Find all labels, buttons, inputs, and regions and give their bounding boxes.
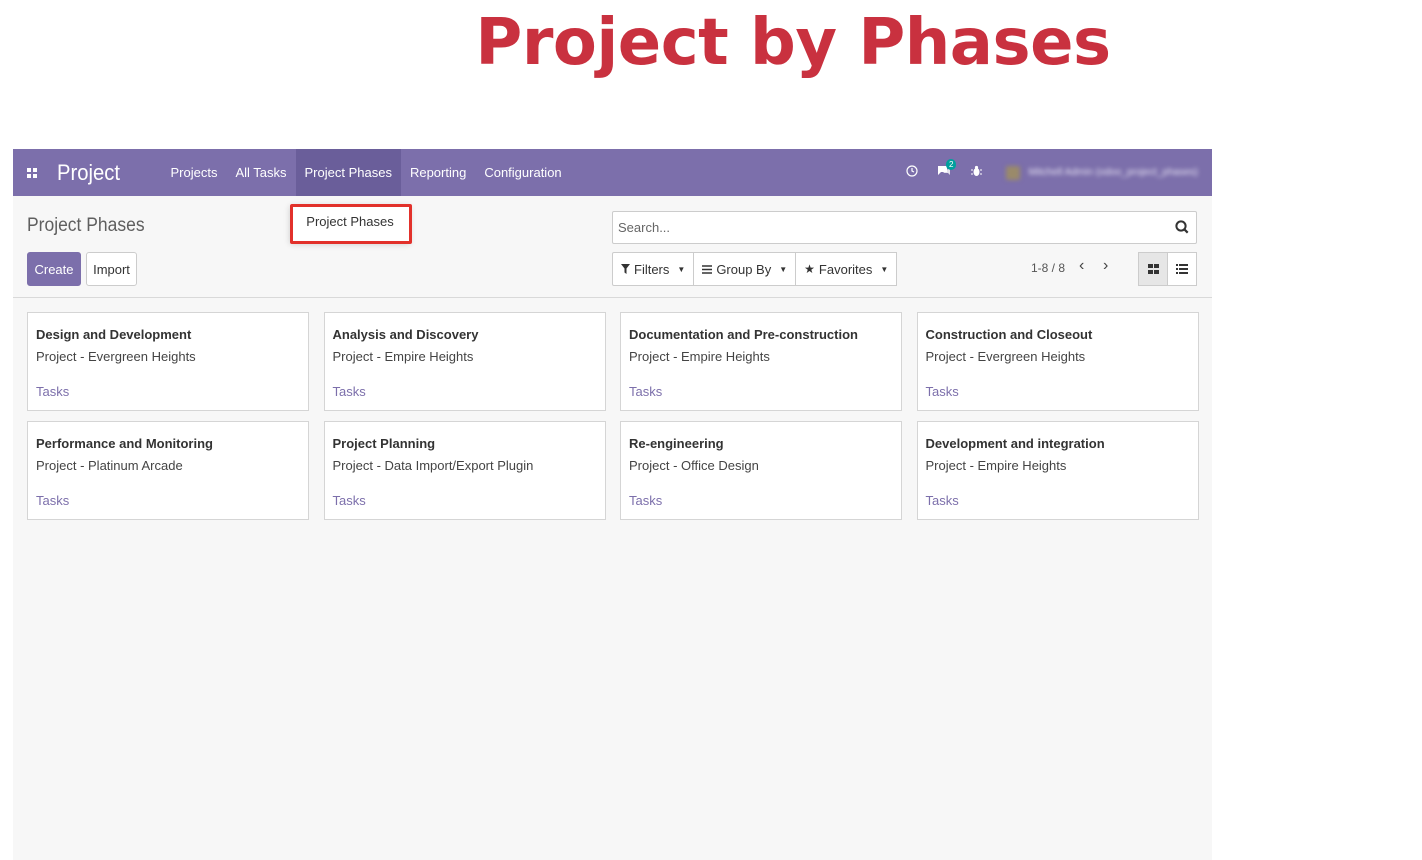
card-project: Project - Empire Heights [925,458,1067,473]
star-icon: ★ [804,262,815,276]
tasks-link[interactable]: Tasks [629,383,893,400]
bars-icon [702,264,713,274]
kanban-grid-icon [1147,264,1159,274]
avatar [1006,165,1021,180]
search-options: Filters ▼ Group By ▼ ★ Favorites ▼ [612,252,898,286]
menu-configuration[interactable]: Configuration [475,149,570,196]
pager-previous-icon[interactable]: ‹ [1079,257,1084,275]
dropdown-item-project-phases[interactable]: Project Phases [290,204,410,242]
caret-down-icon: ▼ [677,264,686,274]
kanban-card[interactable]: Performance and Monitoring Project - Pla… [27,421,309,520]
card-title: Performance and Monitoring [36,436,213,451]
kanban-card[interactable]: Documentation and Pre-construction Proje… [620,312,902,411]
caret-down-icon: ▼ [880,264,889,274]
tasks-link[interactable]: Tasks [36,492,300,509]
filter-icon [621,264,630,274]
tasks-link[interactable]: Tasks [926,383,1190,400]
card-project: Project - Evergreen Heights [925,349,1086,364]
card-project: Project - Office Design [629,458,759,473]
card-title: Analysis and Discovery [332,327,479,342]
group-by-label: Group By [716,261,772,277]
kanban-card[interactable]: Design and Development Project - Evergre… [27,312,309,411]
user-name: Mitchell Admin (odoo_project_phases) [1028,167,1198,178]
menu-project-phases[interactable]: Project Phases [295,149,401,196]
card-title: Development and integration [925,436,1105,451]
tasks-link[interactable]: Tasks [333,492,597,509]
kanban-view-button[interactable] [1138,252,1168,286]
group-by-button[interactable]: Group By ▼ [693,252,797,286]
tasks-link[interactable]: Tasks [629,492,893,509]
kanban-card[interactable]: Analysis and Discovery Project - Empire … [323,312,606,411]
app-brand[interactable]: Project [57,160,120,186]
control-panel-divider [13,297,1212,298]
card-project: Project - Platinum Arcade [36,458,183,473]
list-view-button[interactable] [1167,252,1197,286]
filters-button[interactable]: Filters ▼ [612,252,695,286]
card-title: Project Planning [332,436,436,451]
menu-all-tasks[interactable]: All Tasks [226,149,295,196]
debug-bug-icon[interactable] [960,165,992,180]
search-bar [612,211,1197,244]
favorites-button[interactable]: ★ Favorites ▼ [795,252,898,286]
search-input[interactable] [613,212,1163,243]
tasks-link[interactable]: Tasks [333,383,597,400]
messages-chat-icon[interactable]: 2 [928,159,960,180]
kanban-board: Design and Development Project - Evergre… [27,312,1199,520]
caret-down-icon: ▼ [779,264,788,274]
kanban-card[interactable]: Development and integration Project - Em… [916,421,1199,520]
card-project: Project - Empire Heights [332,349,474,364]
card-title: Re-engineering [629,436,724,451]
filters-label: Filters [634,261,670,277]
app-window: Project Projects All Tasks Project Phase… [13,149,1212,860]
top-navbar: Project Projects All Tasks Project Phase… [13,149,1212,196]
card-title: Design and Development [36,327,192,342]
tasks-link[interactable]: Tasks [926,492,1190,509]
tasks-link[interactable]: Tasks [36,383,300,400]
kanban-card[interactable]: Re-engineering Project - Office Design T… [620,421,902,520]
apps-menu-icon[interactable] [17,149,47,196]
import-button[interactable]: Import [86,252,137,286]
card-project: Project - Empire Heights [629,349,770,364]
search-icon[interactable] [1174,219,1190,235]
activity-clock-icon[interactable] [896,165,928,180]
pager-value[interactable]: 1-8 / 8 [1031,261,1065,275]
card-project: Project - Data Import/Export Plugin [332,458,534,473]
list-icon [1176,264,1188,274]
favorites-label: Favorites [818,261,873,277]
messages-count-badge: 2 [946,159,957,170]
systray: 2 Mitchell Admin (odoo_project_phases) [896,149,1212,196]
pager-next-icon[interactable]: › [1103,257,1108,275]
main-menu: Projects All Tasks Project Phases Report… [161,149,570,196]
page-hero-title: Project by Phases [475,6,1111,80]
kanban-card[interactable]: Project Planning Project - Data Import/E… [323,421,606,520]
user-menu[interactable]: Mitchell Admin (odoo_project_phases) [1006,165,1198,180]
menu-projects[interactable]: Projects [161,149,226,196]
create-button[interactable]: Create [27,252,81,286]
view-switcher [1138,252,1197,286]
card-title: Documentation and Pre-construction [629,327,858,342]
project-phases-dropdown: Project Phases [290,204,410,242]
card-project: Project - Evergreen Heights [36,349,196,364]
menu-reporting[interactable]: Reporting [401,149,475,196]
card-title: Construction and Closeout [925,327,1093,342]
kanban-card[interactable]: Construction and Closeout Project - Ever… [916,312,1199,411]
breadcrumb: Project Phases [27,215,145,236]
